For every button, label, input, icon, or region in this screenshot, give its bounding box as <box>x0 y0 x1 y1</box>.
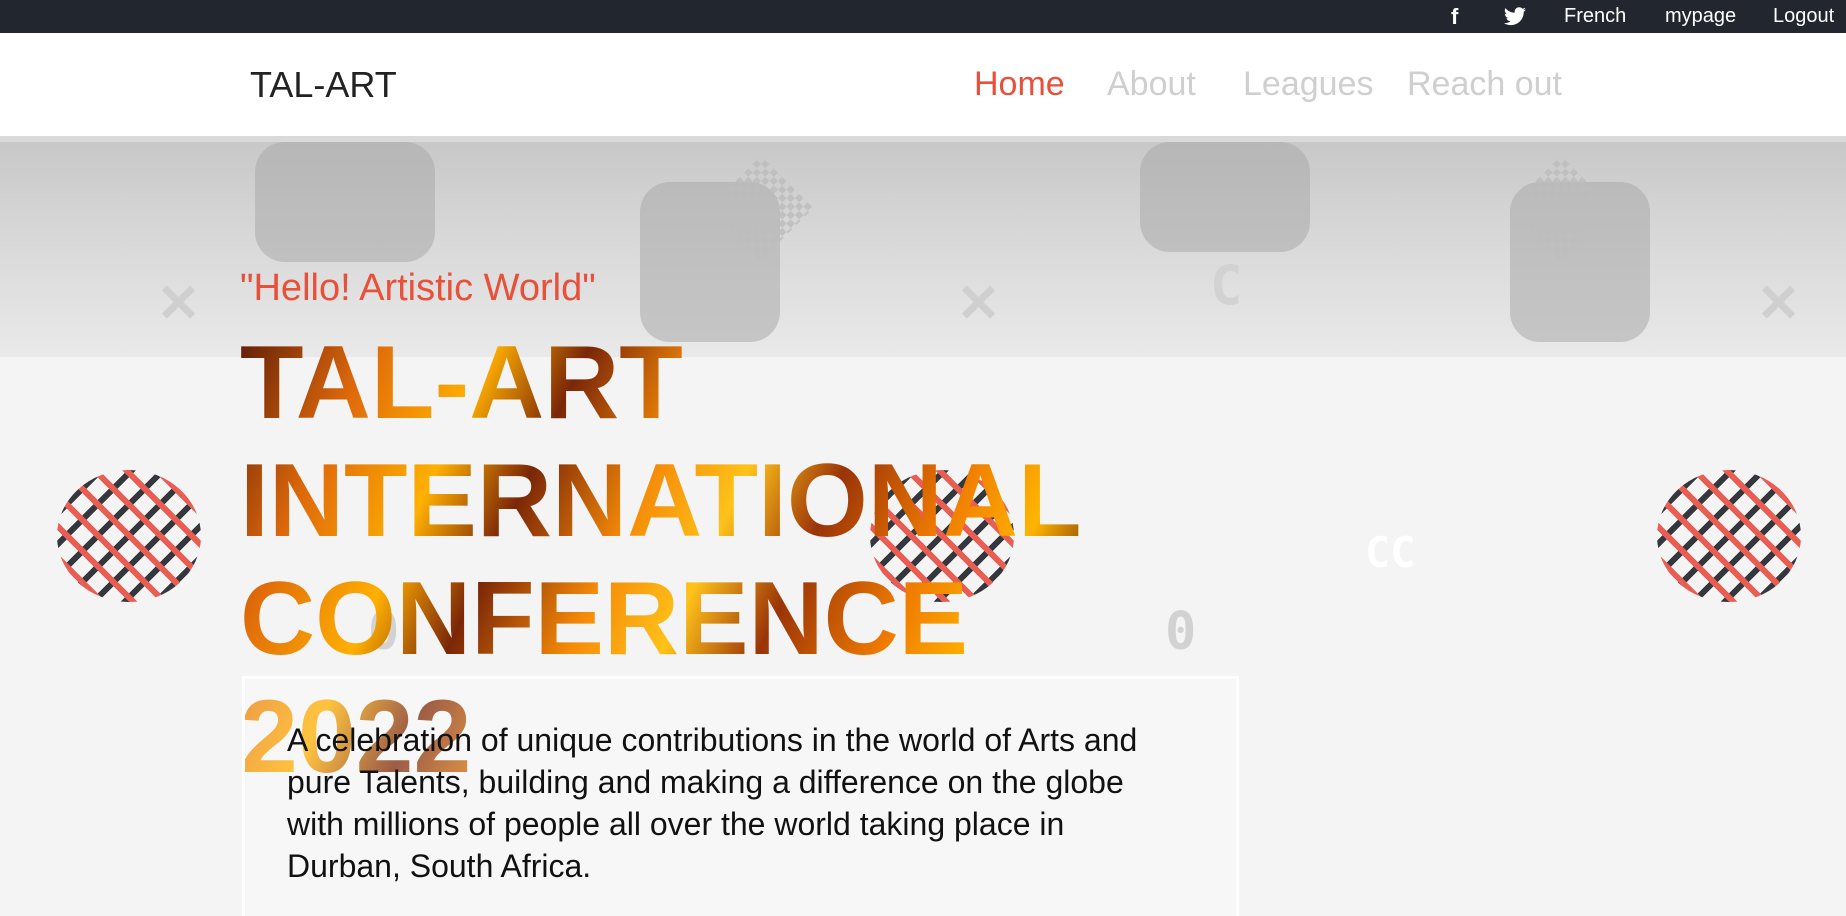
hero-description: A celebration of unique contributions in… <box>287 722 1138 884</box>
logout-link[interactable]: Logout <box>1773 0 1834 33</box>
hero-tagline: "Hello! Artistic World" <box>240 267 596 309</box>
x-decoration-icon <box>1756 280 1800 324</box>
photo-shadow-shape <box>255 142 435 262</box>
main-navbar: TAL-ART Home About Leagues Reach out <box>0 33 1846 142</box>
x-decoration-icon <box>156 280 200 324</box>
dotted-circle-decoration <box>57 470 201 602</box>
nav-home[interactable]: Home <box>974 33 1065 136</box>
nav-reach-out[interactable]: Reach out <box>1407 33 1562 136</box>
twitter-icon[interactable] <box>1503 0 1527 33</box>
facebook-icon[interactable]: f <box>1451 0 1458 33</box>
top-utility-bar: f French mypage Logout <box>0 0 1846 33</box>
nav-leagues[interactable]: Leagues <box>1243 33 1373 136</box>
c-glyph-decoration: CC <box>1365 528 1416 577</box>
photo-shadow-shape <box>1140 142 1310 252</box>
nav-about[interactable]: About <box>1107 33 1196 136</box>
dotted-circle-decoration <box>1657 470 1801 602</box>
mypage-link[interactable]: mypage <box>1665 0 1736 33</box>
language-switch-link[interactable]: French <box>1564 0 1626 33</box>
hero-description-box: A celebration of unique contributions in… <box>242 676 1239 916</box>
site-logo[interactable]: TAL-ART <box>250 33 397 136</box>
twitter-bird-shape <box>1504 7 1526 25</box>
hero-section: C CC 0 0 "Hello! Artistic World" TAL-ART… <box>0 142 1846 916</box>
c-glyph-decoration: C <box>1210 254 1243 317</box>
x-decoration-icon <box>956 280 1000 324</box>
